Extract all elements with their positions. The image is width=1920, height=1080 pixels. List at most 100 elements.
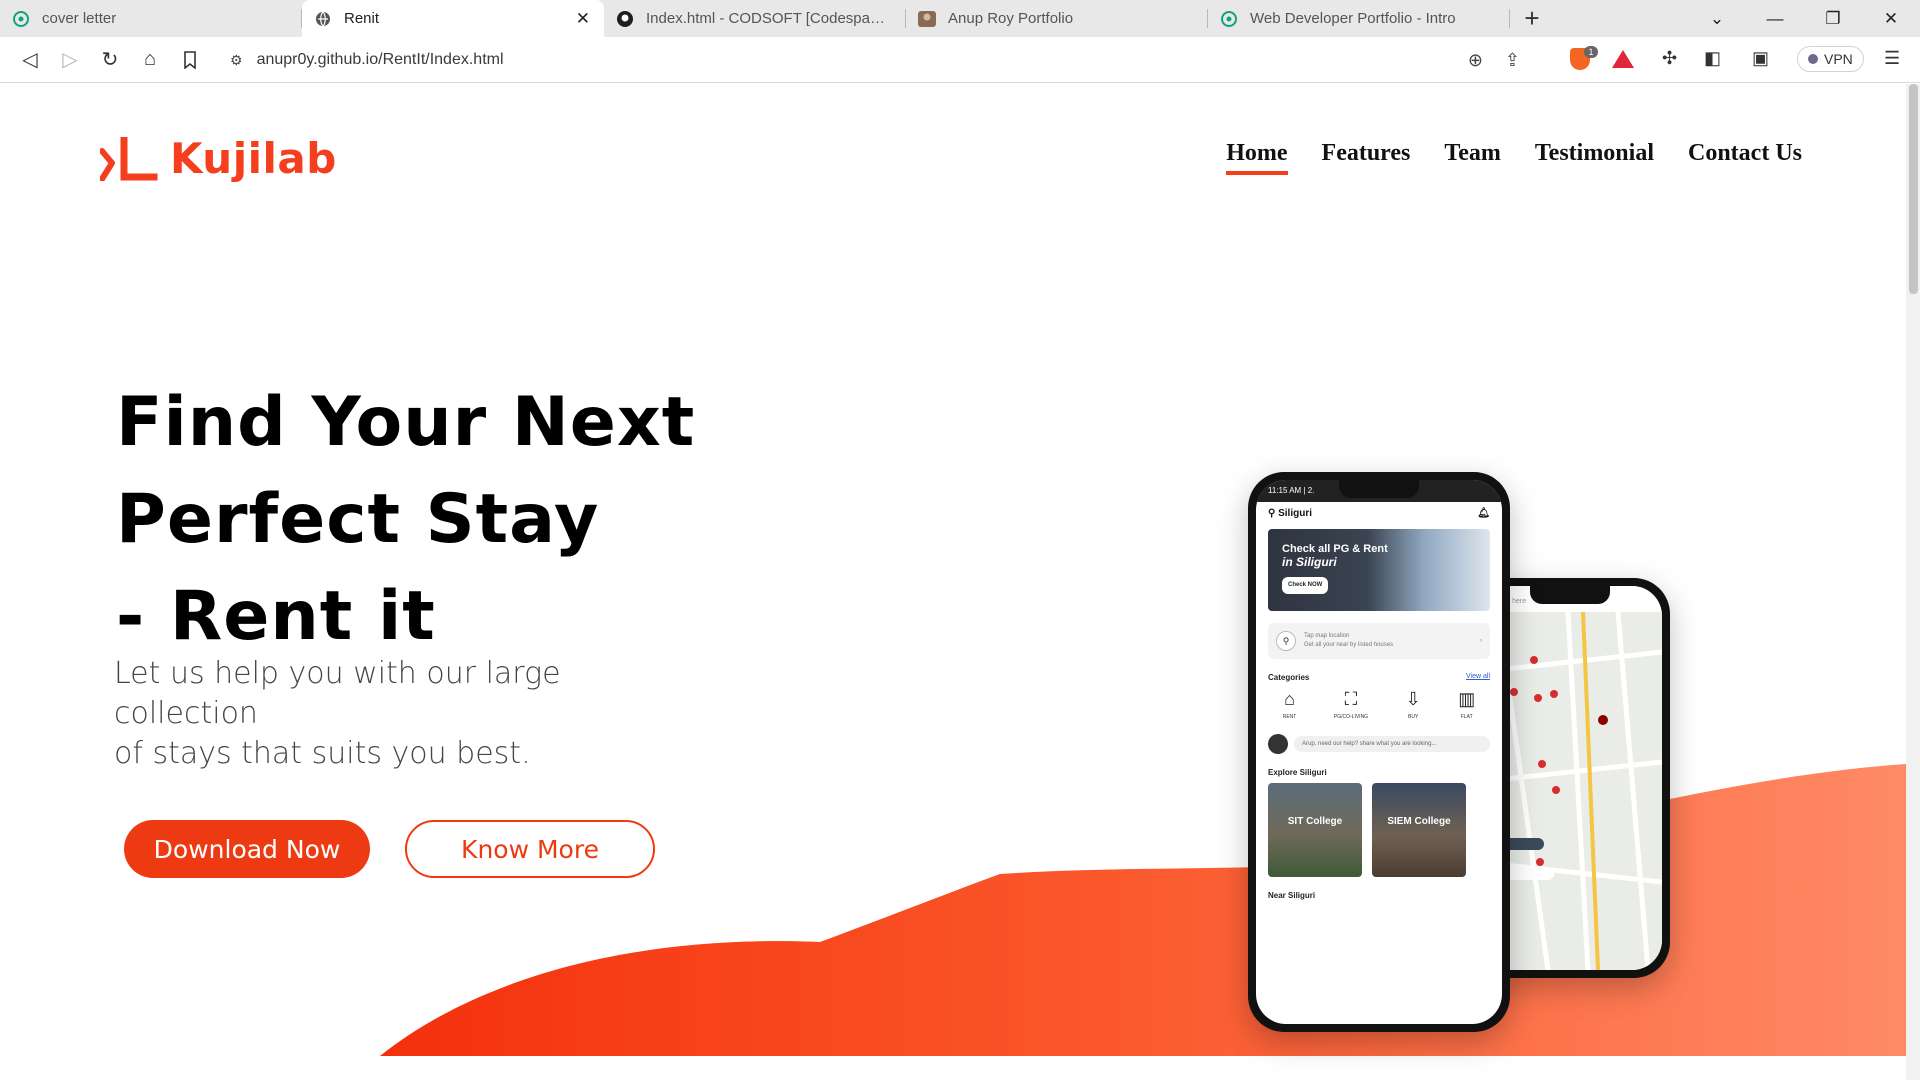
hero-subtitle-line: Let us help you with our large collectio… bbox=[114, 656, 561, 731]
globe-icon bbox=[314, 10, 332, 28]
tab-renit[interactable]: Renit ✕ bbox=[302, 0, 604, 37]
phone-notch bbox=[1339, 480, 1419, 498]
map-pin-icon: ⚲ bbox=[1276, 631, 1296, 651]
scrollbar-thumb[interactable] bbox=[1909, 84, 1918, 294]
minimize-button[interactable]: — bbox=[1746, 0, 1804, 37]
promo-banner: Check all PG & Rent in Siliguri Check NO… bbox=[1268, 529, 1490, 611]
category-item: ⛶ PG/CO-LIVING bbox=[1334, 690, 1368, 720]
back-button[interactable]: ◁ bbox=[10, 42, 50, 78]
bell-icon: 🔔︎ bbox=[1477, 508, 1490, 519]
brave-rewards-icon[interactable] bbox=[1612, 50, 1634, 68]
app-screen: 11:15 AM | 2. ⚲ Siliguri 🔔︎ Check all PG… bbox=[1256, 480, 1502, 1024]
map-prompt-sub: Get all your near by listed houses bbox=[1304, 642, 1394, 648]
tab-search-chevron-icon[interactable]: ⌄ bbox=[1688, 0, 1746, 37]
menu-icon[interactable]: ☰ bbox=[1884, 48, 1900, 69]
buy-home-icon: ⇩ bbox=[1405, 689, 1421, 709]
avatar bbox=[1268, 734, 1288, 754]
chatgpt-icon bbox=[12, 10, 30, 28]
vpn-button[interactable]: VPN bbox=[1797, 46, 1864, 72]
category-list: ⌂ RENT ⛶ PG/CO-LIVING ⇩ BUY ▥ FLAT bbox=[1256, 684, 1502, 726]
phone-notch bbox=[1530, 586, 1610, 604]
close-window-button[interactable]: ✕ bbox=[1862, 0, 1920, 37]
forward-button[interactable]: ▷ bbox=[50, 42, 90, 78]
categories-title: Categories bbox=[1268, 673, 1310, 682]
chat-prompt: Arup, need our help? share what you are … bbox=[1294, 736, 1490, 752]
restore-button[interactable]: ❐ bbox=[1804, 0, 1862, 37]
explore-card: SIEM College bbox=[1372, 783, 1466, 877]
category-item: ▥ FLAT bbox=[1458, 690, 1475, 720]
explore-title: Explore Siliguri bbox=[1268, 768, 1327, 777]
category-item: ⇩ BUY bbox=[1406, 690, 1421, 720]
category-label: PG/CO-LIVING bbox=[1333, 714, 1369, 720]
sidebar-icon[interactable]: ◧ bbox=[1704, 48, 1721, 69]
category-label: BUY bbox=[1408, 714, 1419, 720]
share-icon[interactable]: ⇪ bbox=[1505, 50, 1520, 71]
site-settings-icon[interactable]: ⚙ bbox=[230, 52, 243, 69]
download-now-button[interactable]: Download Now bbox=[124, 820, 370, 878]
explore-card: SIT College bbox=[1268, 783, 1362, 877]
building-icon: ▥ bbox=[1458, 689, 1476, 709]
browser-tab-strip: cover letter Renit ✕ Index.html - CODSOF… bbox=[0, 0, 1920, 37]
hero-subtitle-line: of stays that suits you best. bbox=[114, 736, 531, 771]
tab-label: Index.html - CODSOFT [Codespaces: f bbox=[646, 10, 892, 27]
nav-home[interactable]: Home bbox=[1226, 140, 1288, 175]
banner-line: in Siliguri bbox=[1282, 555, 1337, 569]
close-tab-icon[interactable]: ✕ bbox=[576, 9, 590, 29]
bookmark-icon[interactable] bbox=[170, 42, 210, 78]
hero-title: Find Your Next Perfect Stay - Rent it bbox=[116, 374, 695, 665]
github-icon bbox=[616, 10, 634, 28]
brand-logo[interactable]: Kujilab bbox=[100, 134, 337, 183]
address-bar[interactable]: ⚙ anupr0y.github.io/RentIt/Index.html ⊕ … bbox=[216, 43, 1532, 77]
chatgpt-icon bbox=[1220, 10, 1238, 28]
bed-icon: ⛶ bbox=[1344, 689, 1358, 709]
main-nav: Home Features Team Testimonial Contact U… bbox=[1226, 140, 1802, 175]
nav-contact-us[interactable]: Contact Us bbox=[1688, 140, 1802, 175]
tab-cover-letter[interactable]: cover letter bbox=[0, 0, 302, 37]
category-label: RENT bbox=[1282, 714, 1297, 720]
app-location-header: ⚲ Siliguri 🔔︎ bbox=[1256, 502, 1502, 525]
new-tab-button[interactable]: + bbox=[1510, 0, 1554, 37]
tab-label: cover letter bbox=[42, 10, 117, 27]
hero-title-line: - Rent it bbox=[116, 577, 436, 656]
near-title: Near Siliguri bbox=[1268, 891, 1316, 900]
home-button[interactable]: ⌂ bbox=[130, 42, 170, 78]
kujilab-logo-mark-icon bbox=[100, 136, 158, 181]
web-page: Kujilab Home Features Team Testimonial C… bbox=[0, 84, 1906, 1080]
map-location-card: ⚲ Tap map location Get all your near by … bbox=[1268, 623, 1490, 659]
wallet-icon[interactable]: ▣ bbox=[1752, 48, 1769, 69]
tab-label: Web Developer Portfolio - Intro bbox=[1250, 10, 1456, 27]
hero-title-line: Perfect Stay bbox=[116, 480, 600, 559]
tab-label: Renit bbox=[344, 10, 380, 27]
nav-testimonial[interactable]: Testimonial bbox=[1535, 140, 1654, 175]
house-icon: ⌂ bbox=[1284, 689, 1295, 709]
nav-features[interactable]: Features bbox=[1322, 140, 1411, 175]
hero-title-line: Find Your Next bbox=[116, 383, 696, 462]
phone-app-mockup: 11:15 AM | 2. ⚲ Siliguri 🔔︎ Check all PG… bbox=[1248, 472, 1510, 1032]
chevron-right-icon: › bbox=[1480, 638, 1482, 644]
reload-button[interactable]: ↻ bbox=[90, 42, 130, 78]
banner-cta: Check NOW bbox=[1282, 577, 1329, 594]
tab-label: Anup Roy Portfolio bbox=[948, 10, 1074, 27]
vpn-label: VPN bbox=[1824, 51, 1853, 67]
profile-photo-icon bbox=[918, 10, 936, 28]
tab-web-developer-portfolio[interactable]: Web Developer Portfolio - Intro bbox=[1208, 0, 1510, 37]
shields-count-badge: 1 bbox=[1584, 46, 1598, 58]
brand-name: Kujilab bbox=[170, 134, 337, 183]
explore-cards: SIT College SIEM College bbox=[1256, 783, 1502, 877]
hero-subtitle: Let us help you with our large collectio… bbox=[114, 654, 694, 774]
nav-team[interactable]: Team bbox=[1444, 140, 1500, 175]
category-label: FLAT bbox=[1460, 714, 1473, 720]
help-chat-row: Arup, need our help? share what you are … bbox=[1268, 734, 1490, 754]
url-text[interactable]: anupr0y.github.io/RentIt/Index.html bbox=[257, 51, 1446, 69]
page-scrollbar[interactable] bbox=[1906, 84, 1920, 1080]
category-item: ⌂ RENT bbox=[1283, 690, 1297, 720]
view-all-link: View all bbox=[1466, 673, 1490, 680]
categories-header: Categories View all bbox=[1256, 665, 1502, 684]
zoom-icon[interactable]: ⊕ bbox=[1468, 50, 1483, 71]
location-name: Siliguri bbox=[1278, 508, 1313, 519]
map-prompt-title: Tap map location bbox=[1304, 633, 1350, 639]
extensions-icon[interactable]: ✣ bbox=[1662, 48, 1677, 69]
know-more-button[interactable]: Know More bbox=[405, 820, 655, 878]
tab-anup-roy-portfolio[interactable]: Anup Roy Portfolio bbox=[906, 0, 1208, 37]
tab-codespaces[interactable]: Index.html - CODSOFT [Codespaces: f bbox=[604, 0, 906, 37]
